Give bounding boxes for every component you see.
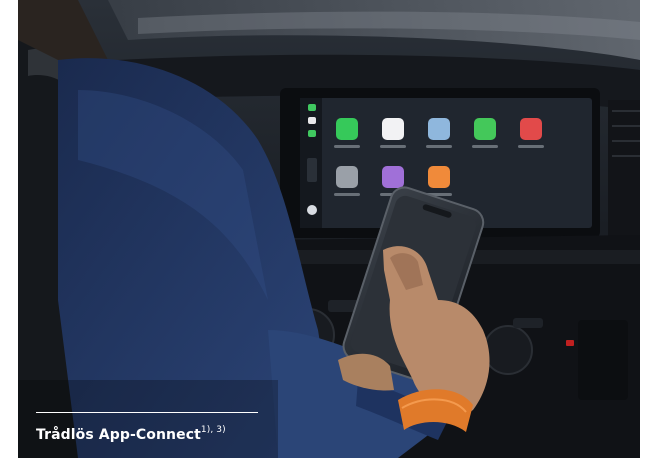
messages-app-label — [472, 145, 498, 148]
sidebar-music-icon — [308, 117, 316, 124]
right-control-knob — [483, 325, 533, 375]
caption-footnote: 1), 3) — [200, 425, 226, 436]
settings-app-label — [334, 193, 360, 196]
settings-app-icon — [336, 166, 358, 188]
sidebar-clock — [307, 158, 317, 182]
maps-app-icon — [428, 118, 450, 140]
caption: Trådlös App-Connect1), 3) — [36, 425, 226, 443]
hazard-light — [566, 340, 574, 346]
now-playing-app-icon — [520, 118, 542, 140]
photo-scene — [18, 0, 640, 458]
sidebar-phone-icon — [308, 104, 316, 111]
sidebar-home-button — [307, 205, 317, 215]
messages-app-icon — [474, 118, 496, 140]
podcasts-app-icon — [382, 166, 404, 188]
carplay-photo — [18, 0, 640, 458]
music-app-label — [380, 145, 406, 148]
music-app-icon — [382, 118, 404, 140]
now-playing-app-label — [518, 145, 544, 148]
audiobooks-app-icon — [428, 166, 450, 188]
phone-app-label — [334, 145, 360, 148]
caption-divider — [36, 412, 258, 413]
caption-title: Trådlös App-Connect — [36, 427, 201, 443]
maps-app-label — [426, 145, 452, 148]
sidebar-messages-icon — [308, 130, 316, 137]
phone-app-icon — [336, 118, 358, 140]
